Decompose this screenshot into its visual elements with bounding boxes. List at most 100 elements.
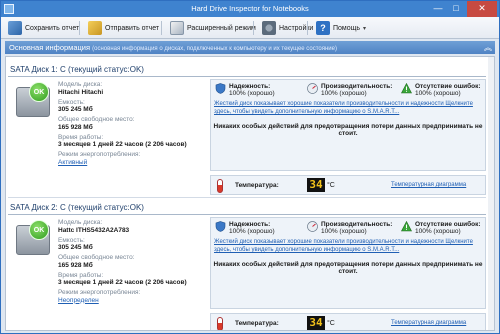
advice-text: Никаких особых действий для предотвращен… xyxy=(213,261,483,275)
temperature-unit: °C xyxy=(327,182,335,189)
info-header: Основная информация (основная информация… xyxy=(5,41,495,54)
toolbar-separator xyxy=(253,21,254,35)
free-space-label: Общее свободное место: xyxy=(58,116,135,123)
settings-icon xyxy=(262,21,276,35)
uptime-label: Время работы: xyxy=(58,133,104,141)
shield-icon xyxy=(215,221,226,232)
disk-status-panel: Надежность: 100% (хорошо) Производительн… xyxy=(210,217,486,309)
toolbar-separator xyxy=(79,21,80,35)
thermometer-icon xyxy=(217,317,223,330)
temperature-chart-link[interactable]: Температурная диаграмма xyxy=(391,182,466,188)
help-button[interactable]: ? Помощь ▾ xyxy=(313,19,369,37)
extended-mode-icon xyxy=(170,21,184,35)
settings-label: Настройки xyxy=(279,24,314,32)
temperature-label: Температура: xyxy=(235,182,279,189)
capacity-label: Емкость: xyxy=(58,98,85,106)
send-report-button[interactable]: Отправить отчет xyxy=(85,19,162,37)
disk-list: SATA Диск 1: С (текущий статус:OK) OK Мо… xyxy=(5,56,495,331)
collapse-icon[interactable]: ︽ xyxy=(484,42,492,53)
capacity-value: 305 245 Мб xyxy=(58,244,93,251)
free-space-value: 165 928 Мб xyxy=(58,261,93,269)
help-icon: ? xyxy=(316,21,330,35)
warning-triangle-icon xyxy=(401,221,412,232)
temperature-chart-link[interactable]: Температурная диаграмма xyxy=(391,320,466,326)
capacity-value: 305 245 Мб xyxy=(58,106,93,113)
reliability-label: Надежность: xyxy=(229,221,271,228)
info-subtitle: (основная информация о дисках, подключен… xyxy=(92,46,337,52)
errors-label: Отсутствие ошибок: xyxy=(415,221,481,228)
reliability-label: Надежность: xyxy=(229,83,271,90)
power-mode-link[interactable]: Неопределен xyxy=(58,297,202,305)
performance-label: Производительность: xyxy=(321,83,393,90)
temperature-display: 34 xyxy=(307,316,325,330)
section-divider xyxy=(8,197,486,198)
disk-details: OK Модель диска: Hattc ITHS5432A2A783 Ем… xyxy=(10,217,204,317)
ok-badge: OK xyxy=(29,82,49,102)
performance-value: 100% (хорошо) xyxy=(321,228,367,235)
power-mode-label: Режим энергопотребления: xyxy=(58,289,141,296)
disk-details: OK Модель диска: Hitachi Hitachi Емкость… xyxy=(10,79,204,179)
errors-label: Отсутствие ошибок: xyxy=(415,83,481,90)
errors-value: 100% (хорошо) xyxy=(415,90,461,97)
toolbar: Сохранить отчет Отправить отчет Расширен… xyxy=(1,17,499,39)
extended-mode-button[interactable]: Расширенный режим xyxy=(167,19,259,37)
send-report-icon xyxy=(88,21,102,35)
window-title: Hard Drive Inspector for Notebooks xyxy=(191,4,309,13)
uptime-value: 3 месяцев 1 дней 22 часов (2 206 часов) xyxy=(58,279,187,286)
title-bar[interactable]: Hard Drive Inspector for Notebooks — □ ✕ xyxy=(1,1,499,17)
disk-status-panel: Надежность: 100% (хорошо) Производительн… xyxy=(210,79,486,171)
smart-details-link[interactable]: Жесткий диск показывает хорошие показате… xyxy=(214,100,482,116)
disk-fields: Модель диска: Hattc ITHS5432A2A783 Емкос… xyxy=(58,217,202,305)
disk-title: SATA Диск 2: С (текущий статус:OK) xyxy=(8,201,486,215)
model-value: Hitachi Hitachi xyxy=(58,88,104,96)
capacity-label: Емкость: xyxy=(58,236,85,244)
temperature-unit: °C xyxy=(327,320,335,327)
info-header-text: Основная информация (основная информация… xyxy=(9,43,337,52)
vertical-scrollbar[interactable] xyxy=(488,57,494,330)
uptime-label: Время работы: xyxy=(58,271,104,279)
hard-drive-icon: OK xyxy=(16,220,50,255)
model-label: Модель диска: xyxy=(58,81,103,88)
gauge-icon xyxy=(307,83,318,94)
temperature-label: Температура: xyxy=(235,320,279,327)
smart-details-link[interactable]: Жесткий диск показывает хорошие показате… xyxy=(214,238,482,254)
power-mode-label: Режим энергопотребления: xyxy=(58,151,141,158)
model-value: Hattc ITHS5432A2A783 xyxy=(58,226,130,234)
hard-drive-icon: OK xyxy=(16,82,50,117)
uptime-value: 3 месяцев 1 дней 22 часов (2 206 часов) xyxy=(58,141,187,148)
thermometer-icon xyxy=(217,179,223,193)
temperature-row: Температура: 34 °C Температурная диаграм… xyxy=(210,313,486,330)
reliability-value: 100% (хорошо) xyxy=(229,90,275,97)
toolbar-separator xyxy=(161,21,162,35)
toolbar-separator xyxy=(307,21,308,35)
save-report-label: Сохранить отчет xyxy=(25,24,80,32)
shield-icon xyxy=(215,83,226,94)
disk-fields: Модель диска: Hitachi Hitachi Емкость: 3… xyxy=(58,79,202,167)
free-space-label: Общее свободное место: xyxy=(58,254,135,261)
chevron-down-icon: ▾ xyxy=(363,25,367,32)
temperature-display: 34 xyxy=(307,178,325,192)
save-report-button[interactable]: Сохранить отчет xyxy=(5,19,82,37)
extended-mode-label: Расширенный режим xyxy=(187,24,256,32)
temperature-row: Температура: 34 °C Температурная диаграм… xyxy=(210,175,486,195)
free-space-value: 165 928 Мб xyxy=(58,123,93,131)
send-report-label: Отправить отчет xyxy=(105,24,160,32)
ok-badge: OK xyxy=(29,220,49,240)
close-button[interactable]: ✕ xyxy=(467,1,497,17)
info-heading: Основная информация xyxy=(9,43,91,52)
advice-text: Никаких особых действий для предотвращен… xyxy=(213,123,483,137)
performance-label: Производительность: xyxy=(321,221,393,228)
minimize-button[interactable]: — xyxy=(429,1,447,17)
save-report-icon xyxy=(8,21,22,35)
gauge-icon xyxy=(307,221,318,232)
model-label: Модель диска: xyxy=(58,219,103,226)
power-mode-link[interactable]: Активный xyxy=(58,159,202,167)
maximize-button[interactable]: □ xyxy=(447,1,465,17)
performance-value: 100% (хорошо) xyxy=(321,90,367,97)
disk-title: SATA Диск 1: С (текущий статус:OK) xyxy=(8,63,486,77)
app-window: Hard Drive Inspector for Notebooks — □ ✕… xyxy=(0,0,500,334)
warning-triangle-icon xyxy=(401,83,412,94)
help-label: Помощь xyxy=(333,24,361,32)
errors-value: 100% (хорошо) xyxy=(415,228,461,235)
reliability-value: 100% (хорошо) xyxy=(229,228,275,235)
